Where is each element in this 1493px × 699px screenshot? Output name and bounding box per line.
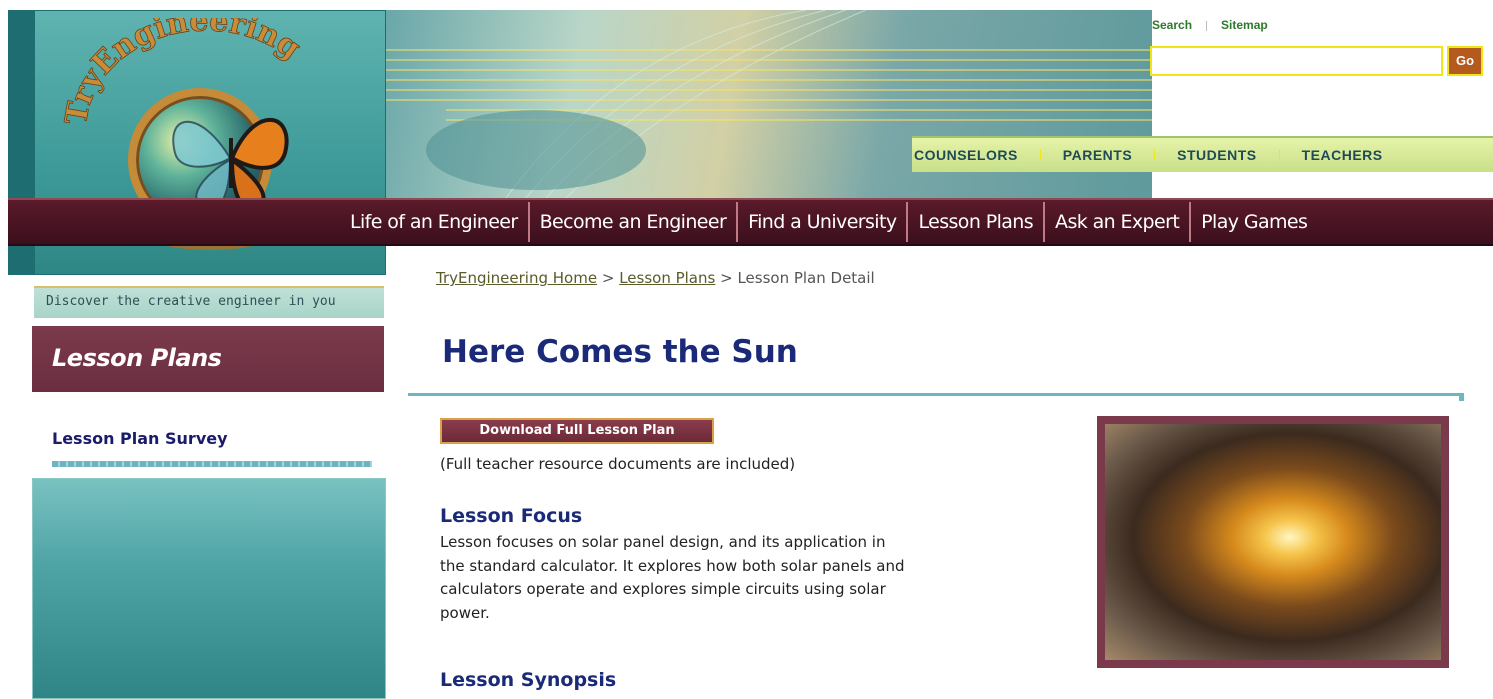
lesson-focus-text: Lesson focuses on solar panel design, an…: [440, 533, 905, 622]
nav-life-of-an-engineer[interactable]: Life of an Engineer: [340, 211, 528, 233]
breadcrumb-separator: >: [715, 269, 738, 287]
nav-find-a-university[interactable]: Find a University: [738, 211, 906, 233]
main-nav: Life of an Engineer Become an Engineer F…: [340, 198, 1317, 246]
breadcrumb-lesson-plans[interactable]: Lesson Plans: [619, 269, 715, 287]
breadcrumb-separator: >: [597, 269, 620, 287]
title-underline-cap: [1459, 393, 1464, 401]
nav-lesson-plans[interactable]: Lesson Plans: [908, 211, 1043, 233]
title-underline: [408, 393, 1464, 396]
download-lesson-plan-button[interactable]: Download Full Lesson Plan: [440, 418, 714, 444]
audience-counselors[interactable]: COUNSELORS: [914, 147, 1018, 163]
breadcrumb-current: Lesson Plan Detail: [737, 269, 875, 287]
search-input[interactable]: [1150, 46, 1443, 76]
audience-parents[interactable]: PARENTS: [1063, 147, 1132, 163]
tagline: Discover the creative engineer in you: [34, 286, 384, 318]
audience-students[interactable]: STUDENTS: [1177, 147, 1256, 163]
go-button[interactable]: Go: [1447, 46, 1483, 76]
breadcrumb-home[interactable]: TryEngineering Home: [436, 269, 597, 287]
page-title: Here Comes the Sun: [442, 334, 798, 370]
section-title: Lesson Plans: [32, 326, 384, 392]
audience-teachers[interactable]: TEACHERS: [1302, 147, 1383, 163]
nav-ask-an-expert[interactable]: Ask an Expert: [1045, 211, 1189, 233]
sidebar-panel: [32, 478, 386, 699]
audience-nav: COUNSELORS PARENTS STUDENTS TEACHERS: [912, 136, 1493, 172]
nav-play-games[interactable]: Play Games: [1191, 211, 1317, 233]
sun-image: [1105, 424, 1441, 660]
sun-photo: [1097, 416, 1449, 668]
breadcrumb: TryEngineering Home > Lesson Plans > Les…: [436, 269, 875, 287]
resource-note: (Full teacher resource documents are inc…: [440, 455, 796, 473]
divider: [52, 461, 372, 467]
nav-become-an-engineer[interactable]: Become an Engineer: [530, 211, 737, 233]
lesson-focus-heading: Lesson Focus: [440, 505, 583, 527]
lesson-plan-survey-link[interactable]: Lesson Plan Survey: [52, 429, 228, 448]
utility-links: Search Sitemap: [1152, 18, 1268, 32]
lesson-synopsis-heading: Lesson Synopsis: [440, 669, 617, 691]
sitemap-link[interactable]: Sitemap: [1221, 18, 1268, 32]
search-link[interactable]: Search: [1152, 18, 1192, 32]
